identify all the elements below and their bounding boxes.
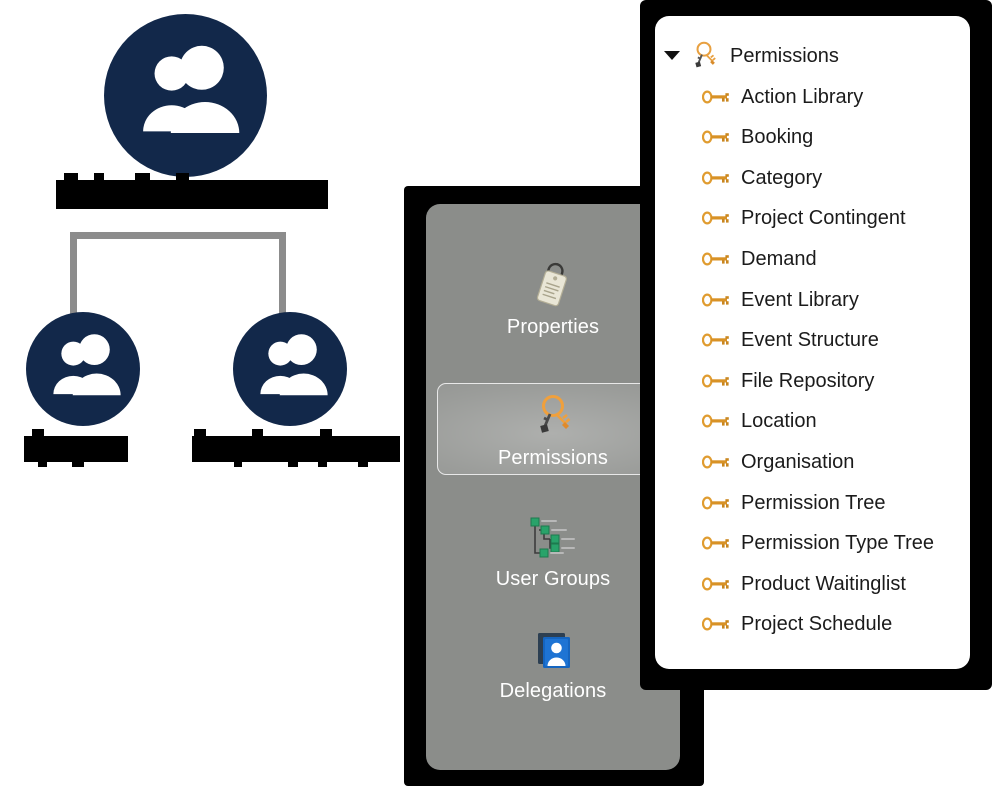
org-node-right-label-redacted-bot — [234, 461, 242, 467]
tree-item-label: Project Contingent — [741, 207, 906, 230]
tree-item-label: Booking — [741, 126, 814, 149]
key-icon — [702, 89, 732, 105]
screenshot-root: Properties Permissions User Groups Deleg… — [0, 0, 1000, 800]
tree-root-label: Permissions — [730, 44, 839, 67]
key-icon — [702, 616, 732, 632]
key-icon — [702, 210, 732, 226]
tree-row-item[interactable]: Permission Tree — [655, 482, 970, 523]
org-node-right-label-redacted-bot3 — [318, 461, 327, 467]
key-icon — [702, 332, 732, 348]
sidebar-item-properties[interactable]: Properties — [437, 252, 669, 344]
tree-item-label: Location — [741, 410, 817, 433]
key-icon — [702, 454, 732, 470]
keyring-keys-icon — [687, 39, 721, 73]
sidebar-item-properties-label: Properties — [506, 316, 600, 338]
sidebar-item-permissions-label: Permissions — [497, 447, 609, 469]
tree-row-item[interactable]: Organisation — [655, 441, 970, 482]
org-node-right-label-redacted-top2 — [252, 429, 263, 437]
tree-row-item[interactable]: Permission Type Tree — [655, 523, 970, 564]
tree-row-item[interactable]: File Repository — [655, 360, 970, 401]
tree-row-item[interactable]: Action Library — [655, 76, 970, 117]
tree-row-item[interactable]: Location — [655, 401, 970, 442]
org-node-root-label-redacted-top4 — [176, 173, 189, 181]
org-node-right[interactable] — [233, 312, 347, 426]
org-node-left[interactable] — [26, 312, 140, 426]
tree-item-label: Action Library — [741, 85, 864, 108]
tree-row-root[interactable]: Permissions — [655, 35, 970, 76]
key-icon — [702, 251, 732, 267]
person-card-icon — [529, 623, 577, 675]
tree-item-label: Permission Tree — [741, 491, 886, 514]
tree-row-item[interactable]: Booking — [655, 117, 970, 158]
keyring-keys-icon — [528, 390, 578, 442]
key-icon — [702, 129, 732, 145]
organisation-hierarchy-diagram — [0, 0, 420, 500]
sidebar-item-delegations-label: Delegations — [499, 680, 607, 702]
triangle-down-icon[interactable] — [664, 51, 680, 60]
tree-item-label: Category — [741, 166, 823, 189]
tree-row-item[interactable]: Demand — [655, 238, 970, 279]
org-node-root-label-redacted-top — [64, 173, 78, 181]
sidebar-item-user-groups[interactable]: User Groups — [437, 504, 669, 596]
tree-row-item[interactable]: Product Waitinglist — [655, 563, 970, 604]
luggage-tag-icon — [529, 259, 577, 311]
org-node-root-label-redacted-top3 — [135, 173, 150, 181]
users-group-icon — [53, 334, 121, 396]
org-node-right-label-redacted-bot4 — [358, 461, 368, 467]
tree-item-label: Event Structure — [741, 329, 879, 352]
org-node-root[interactable] — [104, 14, 267, 177]
org-node-left-label-redacted-bot — [38, 461, 47, 467]
tree-item-label: Organisation — [741, 450, 855, 473]
org-node-root-label-redacted — [56, 180, 328, 209]
key-icon — [702, 413, 732, 429]
tree-row-item[interactable]: Event Structure — [655, 320, 970, 361]
sidebar-item-permissions[interactable]: Permissions — [437, 383, 669, 475]
connector-horizontal — [70, 232, 286, 239]
tree-item-label: Event Library — [741, 288, 859, 311]
permissions-tree-panel[interactable]: Permissions Action Library Booking Categor… — [655, 16, 970, 669]
org-node-left-label-redacted — [24, 436, 128, 462]
org-node-left-label-redacted-bot2 — [72, 461, 84, 467]
tree-item-label: Product Waitinglist — [741, 572, 906, 595]
tree-item-label: Permission Type Tree — [741, 532, 935, 555]
key-icon — [702, 495, 732, 511]
org-node-right-label-redacted — [192, 436, 400, 462]
org-node-right-label-redacted-top — [194, 429, 206, 437]
tree-row-item[interactable]: Category — [655, 157, 970, 198]
key-icon — [702, 170, 732, 186]
tree-item-label: File Repository — [741, 369, 875, 392]
org-node-right-label-redacted-top3 — [320, 429, 332, 437]
key-icon — [702, 292, 732, 308]
key-icon — [702, 373, 732, 389]
org-node-left-label-redacted-top — [32, 429, 44, 437]
tree-row-item[interactable]: Project Schedule — [655, 604, 970, 645]
tree-item-label: Project Schedule — [741, 613, 893, 636]
users-group-icon — [260, 334, 328, 396]
tree-row-item[interactable]: Project Contingent — [655, 198, 970, 239]
key-icon — [702, 576, 732, 592]
org-node-root-label-redacted-top2 — [94, 173, 104, 181]
users-group-icon — [143, 45, 240, 133]
key-icon — [702, 535, 732, 551]
sidebar-item-user-groups-label: User Groups — [495, 568, 611, 590]
org-node-right-label-redacted-bot2 — [288, 461, 298, 467]
tree-item-label: Demand — [741, 247, 817, 270]
sidebar-item-delegations[interactable]: Delegations — [437, 616, 669, 708]
tree-row-item[interactable]: Event Library — [655, 279, 970, 320]
tree-nodes-icon — [525, 511, 581, 563]
